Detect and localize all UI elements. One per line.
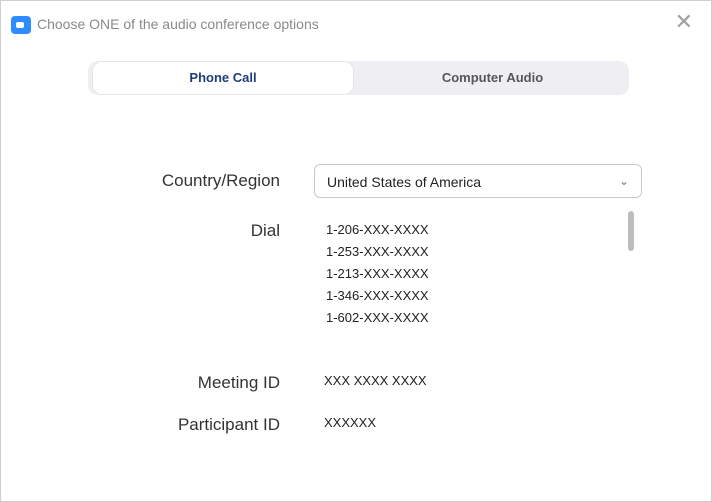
list-item: 1-213-XXX-XXXX (326, 266, 429, 281)
list-item: 1-253-XXX-XXXX (326, 244, 429, 259)
list-item: 1-602-XXX-XXXX (326, 310, 429, 325)
list-item: 1-206-XXX-XXXX (326, 222, 429, 237)
chevron-down-icon: ⌄ (618, 174, 629, 188)
dial-label: Dial (250, 221, 280, 240)
dial-scrollbar[interactable] (628, 211, 634, 251)
participant-id-value: XXXXXX (324, 415, 377, 430)
title-bar: Choose ONE of the audio conference optio… (1, 1, 711, 41)
country-region-value: United States of America (327, 174, 482, 190)
dial-numbers-list[interactable]: 1-206-XXX-XXXX 1-253-XXX-XXXX 1-213-XXX-… (314, 207, 644, 349)
list-item: 1-346-XXX-XXXX (326, 288, 429, 303)
audio-options-dialog: Choose ONE of the audio conference optio… (0, 0, 712, 502)
tab-phone-call[interactable]: Phone Call (92, 61, 354, 95)
meeting-id-value: XXX XXXX XXXX (324, 373, 427, 388)
close-icon[interactable]: ✕ (675, 11, 693, 33)
country-region-label: Country/Region (161, 171, 280, 190)
tab-computer-audio[interactable]: Computer Audio (360, 61, 625, 95)
zoom-camera-icon (11, 16, 31, 34)
meeting-id-label: Meeting ID (197, 373, 280, 392)
audio-tabs: Phone Call Computer Audio (88, 61, 629, 95)
window-title: Choose ONE of the audio conference optio… (37, 16, 319, 32)
participant-id-label: Participant ID (177, 415, 280, 434)
country-region-select[interactable]: United States of America ⌄ (314, 164, 642, 198)
